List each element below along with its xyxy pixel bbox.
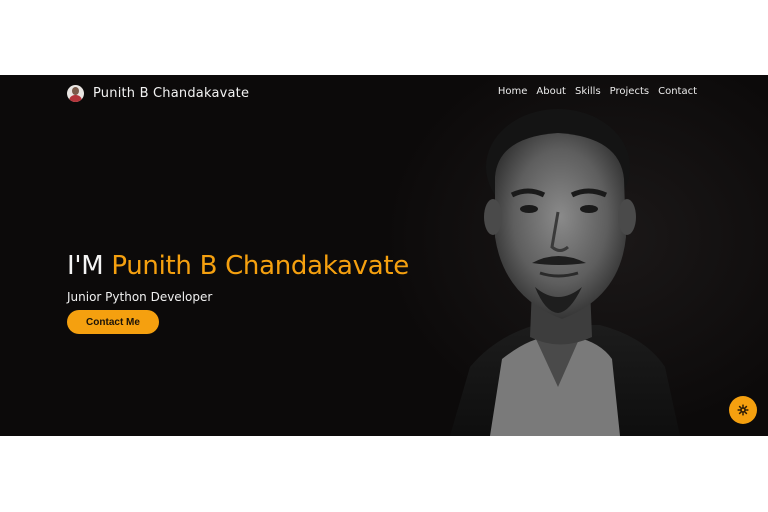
nav-link-contact[interactable]: Contact <box>658 86 697 97</box>
contact-me-button[interactable]: Contact Me <box>67 310 159 334</box>
settings-button[interactable] <box>729 396 757 424</box>
nav-link-home[interactable]: Home <box>498 86 528 97</box>
brand[interactable]: Punith B Chandakavate <box>67 84 249 102</box>
brand-name[interactable]: Punith B Chandakavate <box>93 86 249 101</box>
nav-link-projects[interactable]: Projects <box>610 86 649 97</box>
hero-subtitle: Junior Python Developer <box>67 290 213 304</box>
hero-title-name: Punith B Chandakavate <box>111 251 409 281</box>
avatar <box>67 84 84 102</box>
hero-title-prefix: I'M <box>67 251 112 281</box>
main-nav: Home About Skills Projects Contact <box>498 86 697 97</box>
gear-icon <box>737 404 749 416</box>
nav-link-about[interactable]: About <box>536 86 566 97</box>
hero-portrait-image <box>450 109 680 436</box>
hero-section: Punith B Chandakavate Home About Skills … <box>0 75 768 436</box>
hero-title: I'M Punith B Chandakavate <box>67 251 409 281</box>
nav-link-skills[interactable]: Skills <box>575 86 601 97</box>
